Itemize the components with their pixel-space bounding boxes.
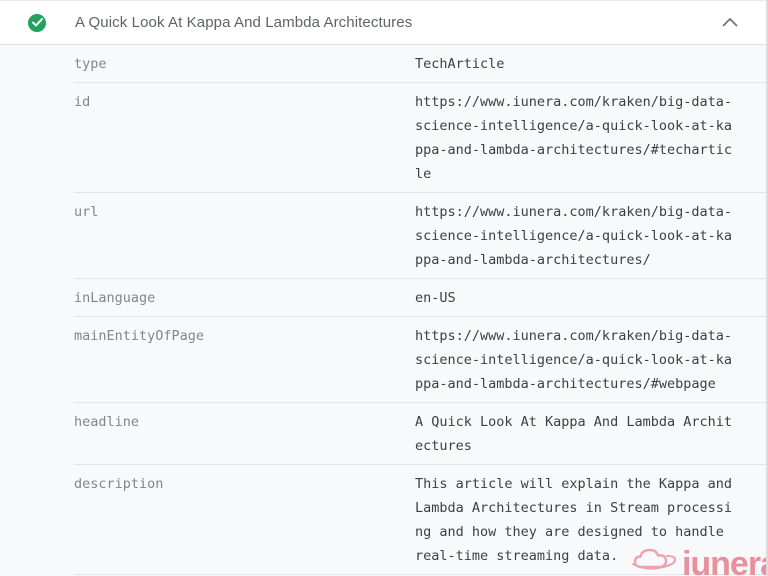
property-row[interactable]: type TechArticle — [74, 45, 766, 83]
property-name: inLanguage — [74, 286, 415, 310]
entity-title: A Quick Look At Kappa And Lambda Archite… — [75, 14, 412, 31]
structured-data-panel: A Quick Look At Kappa And Lambda Archite… — [0, 0, 768, 576]
property-value: https://www.iunera.com/kraken/big-data-s… — [415, 324, 736, 396]
property-row[interactable]: description This article will explain th… — [74, 465, 766, 575]
property-row[interactable]: inLanguage en-US — [74, 279, 766, 317]
property-value: TechArticle — [415, 52, 736, 76]
property-name: description — [74, 472, 415, 568]
checkmark-glyph — [32, 18, 43, 27]
valid-check-icon — [28, 14, 46, 32]
property-name: type — [74, 52, 415, 76]
accordion-header[interactable]: A Quick Look At Kappa And Lambda Archite… — [0, 0, 766, 45]
property-value: A Quick Look At Kappa And Lambda Archite… — [415, 410, 736, 458]
property-name: url — [74, 200, 415, 272]
chevron-up-icon[interactable] — [722, 18, 738, 27]
property-name: headline — [74, 410, 415, 458]
property-value: https://www.iunera.com/kraken/big-data-s… — [415, 200, 736, 272]
property-name: id — [74, 90, 415, 186]
property-value: This article will explain the Kappa and … — [415, 472, 736, 568]
property-value: https://www.iunera.com/kraken/big-data-s… — [415, 90, 736, 186]
property-name: mainEntityOfPage — [74, 324, 415, 396]
property-row[interactable]: headline A Quick Look At Kappa And Lambd… — [74, 403, 766, 465]
property-row[interactable]: id https://www.iunera.com/kraken/big-dat… — [74, 83, 766, 193]
property-row[interactable]: mainEntityOfPage https://www.iunera.com/… — [74, 317, 766, 403]
property-value: en-US — [415, 286, 736, 310]
property-row[interactable]: url https://www.iunera.com/kraken/big-da… — [74, 193, 766, 279]
property-table: type TechArticle id https://www.iunera.c… — [0, 45, 766, 575]
